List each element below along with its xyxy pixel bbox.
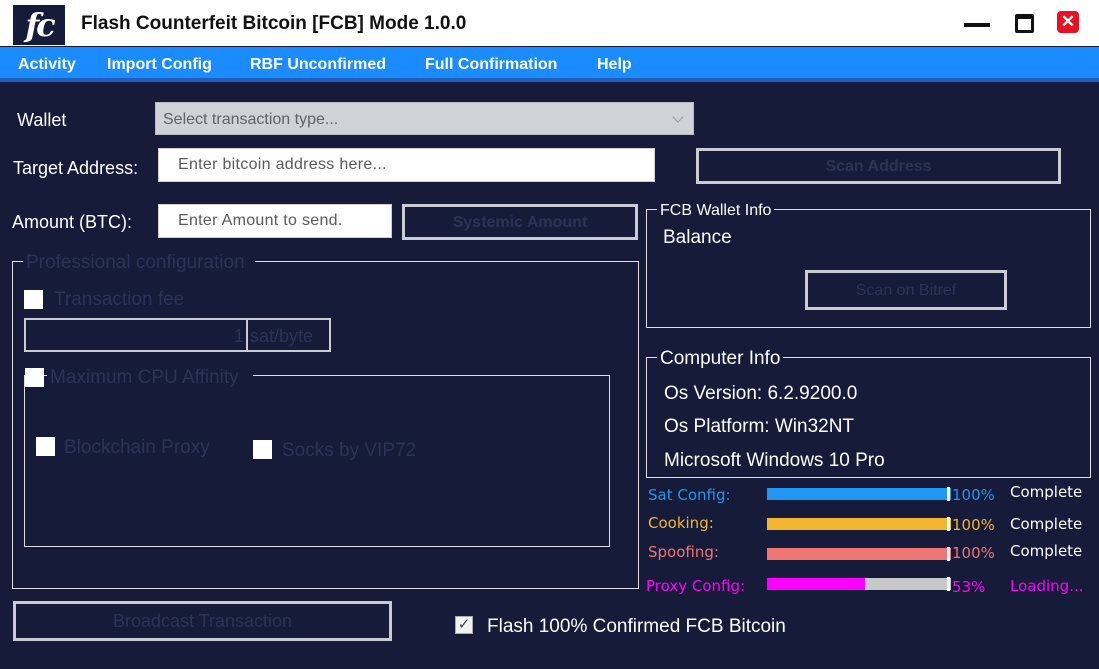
flash-confirmed-checkbox[interactable]: ✓: [455, 616, 473, 634]
blockchain-proxy-label: Blockchain Proxy: [64, 437, 210, 458]
fee-divider: [246, 320, 248, 350]
scan-address-button[interactable]: Scan Address: [696, 148, 1061, 184]
systemic-amount-button[interactable]: Systemic Amount: [402, 204, 638, 240]
proxy-config-label: Proxy Config:: [646, 577, 746, 595]
wallet-type-placeholder: Select transaction type...: [163, 111, 339, 128]
progress-fill: [767, 548, 951, 560]
proxy-config-progress: [767, 578, 951, 590]
scan-bitref-button[interactable]: Scan on Bitref: [805, 270, 1007, 310]
spoofing-status: Complete: [1010, 542, 1083, 560]
window-title: Flash Counterfeit Bitcoin [FCB] Mode 1.0…: [81, 13, 467, 34]
sat-config-percent: 100%: [952, 486, 995, 504]
target-address-label: Target Address:: [13, 158, 139, 179]
computer-info-title: Computer Info: [657, 348, 784, 370]
wallet-info-title: FCB Wallet Info: [657, 202, 775, 220]
menu-bar: Activity Import Config RBF Unconfirmed F…: [0, 47, 1099, 82]
menu-item-rbf-unconfirmed[interactable]: RBF Unconfirmed: [250, 56, 386, 74]
socks-checkbox[interactable]: [253, 440, 272, 459]
blockchain-proxy-checkbox[interactable]: [36, 437, 55, 456]
fee-value[interactable]: 1: [26, 326, 244, 347]
progress-tick: [947, 547, 950, 561]
proxy-config-status: Loading...: [1010, 577, 1084, 595]
cooking-status: Complete: [1010, 515, 1083, 533]
amount-input[interactable]: [158, 204, 392, 238]
sat-config-label: Sat Config:: [648, 486, 731, 504]
fee-stepper[interactable]: 1 sat/byte: [24, 318, 331, 352]
spoofing-progress: [767, 548, 951, 560]
broadcast-transaction-button[interactable]: Broadcast Transaction: [13, 601, 392, 641]
app-logo: fc: [13, 5, 65, 45]
maximize-icon[interactable]: [1015, 14, 1034, 33]
cooking-progress: [767, 518, 951, 530]
os-platform: Os Platform: Win32NT: [664, 416, 855, 437]
os-name: Microsoft Windows 10 Pro: [664, 450, 885, 471]
amount-label: Amount (BTC):: [12, 212, 133, 233]
spoofing-percent: 100%: [952, 544, 995, 562]
transaction-fee-label: Transaction fee: [54, 289, 185, 310]
max-cpu-checkbox[interactable]: [25, 368, 44, 387]
progress-fill: [767, 578, 865, 590]
wallet-type-select[interactable]: Select transaction type...: [155, 102, 694, 135]
chevron-down-icon: [672, 111, 684, 123]
professional-config-title: Professional configuration: [23, 252, 255, 274]
menu-item-activity[interactable]: Activity: [18, 56, 76, 74]
close-icon[interactable]: ✕: [1057, 11, 1079, 33]
sat-config-progress: [767, 488, 951, 500]
progress-fill: [767, 488, 951, 500]
progress-tick: [947, 577, 950, 591]
wallet-label: Wallet: [17, 110, 67, 131]
menu-item-help[interactable]: Help: [597, 56, 632, 74]
minimize-icon[interactable]: [964, 18, 990, 27]
progress-fill: [767, 518, 951, 530]
spoofing-label: Spoofing:: [648, 543, 719, 561]
max-cpu-label: Maximum CPU Affinity: [47, 367, 253, 389]
menu-item-import-config[interactable]: Import Config: [107, 56, 212, 74]
target-address-input[interactable]: [158, 148, 655, 182]
menu-item-full-confirmation[interactable]: Full Confirmation: [425, 56, 557, 74]
title-bar: fc Flash Counterfeit Bitcoin [FCB] Mode …: [0, 0, 1099, 46]
cooking-percent: 100%: [952, 516, 995, 534]
sat-config-status: Complete: [1010, 483, 1083, 501]
socks-label: Socks by VIP72: [282, 440, 417, 461]
progress-tick: [947, 487, 950, 501]
os-version: Os Version: 6.2.9200.0: [664, 383, 858, 404]
progress-tick: [947, 517, 950, 531]
cooking-label: Cooking:: [648, 514, 714, 532]
fee-unit: sat/byte: [250, 326, 314, 346]
transaction-fee-checkbox[interactable]: [24, 290, 43, 309]
balance-label: Balance: [663, 227, 732, 249]
proxy-config-percent: 53%: [952, 578, 986, 596]
flash-confirmed-label: Flash 100% Confirmed FCB Bitcoin: [487, 616, 786, 638]
